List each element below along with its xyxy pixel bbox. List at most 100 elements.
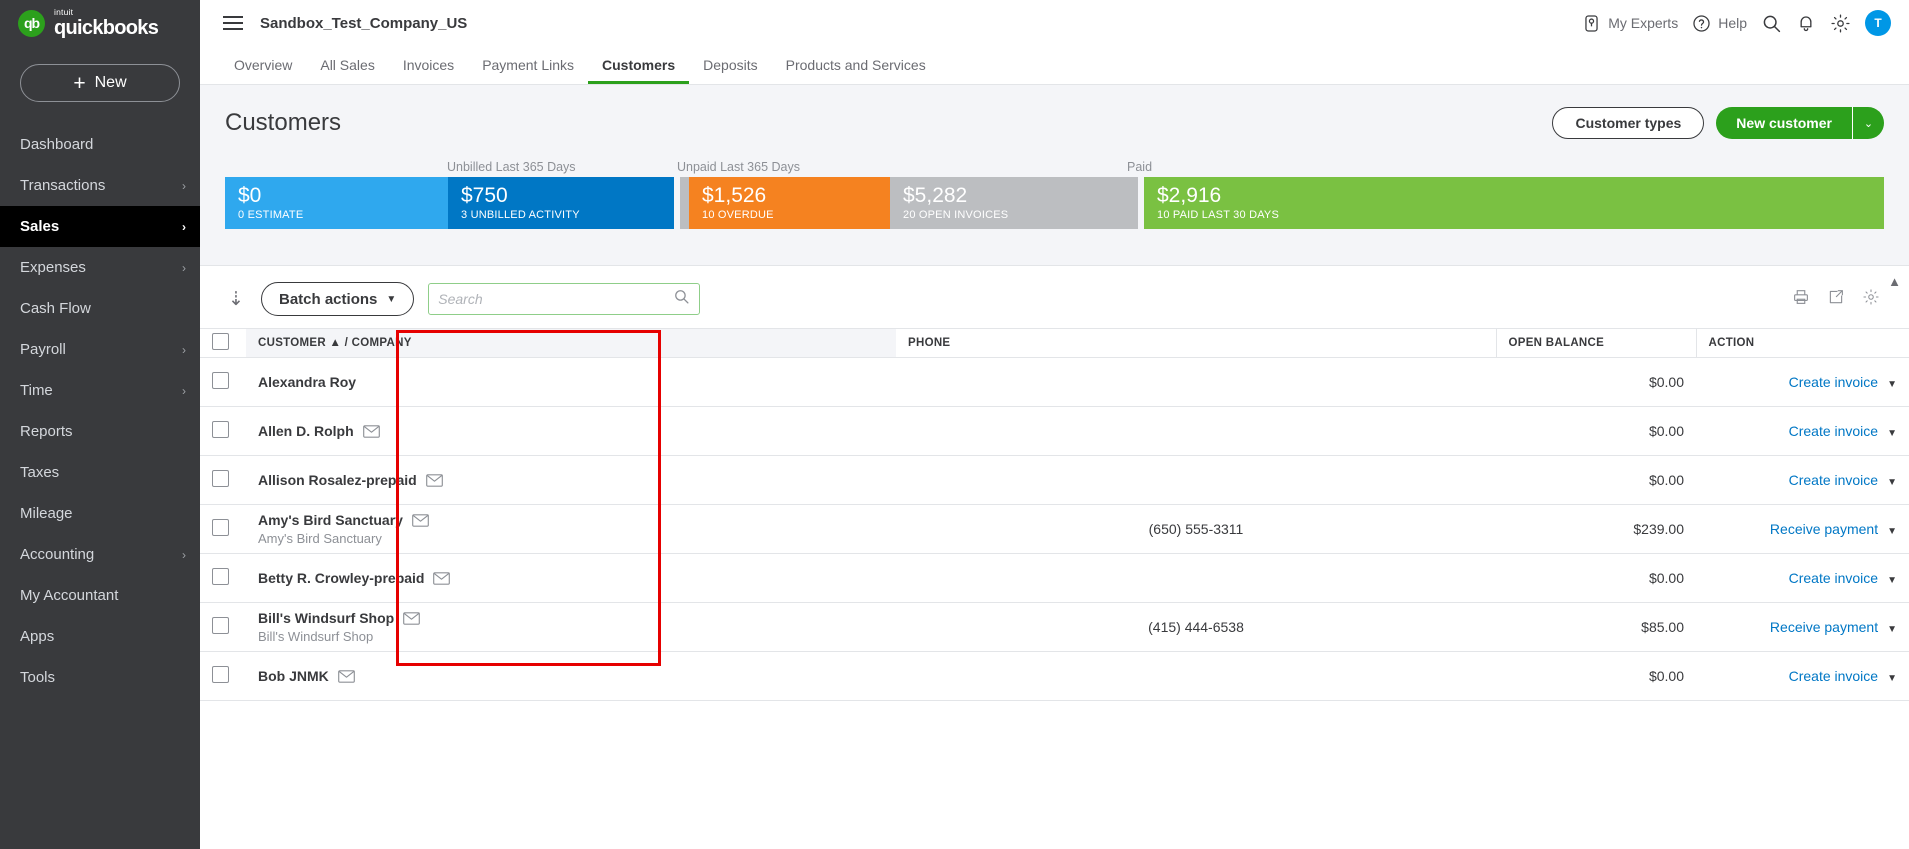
row-action-link[interactable]: Create invoice	[1789, 668, 1879, 684]
customer-name-link[interactable]: Bob JNMK	[258, 668, 329, 684]
row-action-link[interactable]: Create invoice	[1789, 570, 1879, 586]
row-action-chevron-down-icon[interactable]: ▼	[1887, 624, 1897, 635]
customer-name-link[interactable]: Alexandra Roy	[258, 374, 356, 390]
sidebar-item-apps[interactable]: Apps	[0, 616, 200, 657]
row-action-chevron-down-icon[interactable]: ▼	[1887, 673, 1897, 684]
sidebar-item-label: Apps	[20, 628, 55, 645]
row-action-link[interactable]: Create invoice	[1789, 472, 1879, 488]
row-action-chevron-down-icon[interactable]: ▼	[1887, 526, 1897, 537]
customer-name-link[interactable]: Allison Rosalez-prepaid	[258, 472, 417, 488]
search-icon[interactable]	[673, 288, 690, 310]
row-action-chevron-down-icon[interactable]: ▼	[1887, 428, 1897, 439]
select-all-checkbox[interactable]	[212, 333, 229, 350]
chevron-down-icon[interactable]: ⌄	[1852, 107, 1884, 139]
sidebar-item-tools[interactable]: Tools	[0, 657, 200, 698]
notifications-button[interactable]	[1796, 13, 1816, 33]
money-bar-tile[interactable]: $1,526 10 OVERDUE	[689, 177, 890, 229]
new-customer-button[interactable]: New customer	[1716, 107, 1852, 139]
sidebar-item-label: Payroll	[20, 341, 66, 358]
envelope-icon[interactable]	[403, 611, 421, 625]
tab-overview[interactable]: Overview	[220, 58, 306, 84]
column-header-open-balance[interactable]: OPEN BALANCE	[1495, 328, 1696, 358]
sidebar-item-my-accountant[interactable]: My Accountant	[0, 575, 200, 616]
sort-toggle-icon[interactable]: ⇣	[225, 288, 247, 311]
money-bar-tile[interactable]: $5,282 20 OPEN INVOICES	[890, 177, 1138, 229]
brand-logo[interactable]: qb intuit quickbooks	[0, 0, 200, 46]
table-row[interactable]: Bill's Windsurf Shop Bill's Windsurf Shop…	[200, 602, 1909, 652]
row-action-chevron-down-icon[interactable]: ▼	[1887, 379, 1897, 390]
table-row[interactable]: Alexandra Roy $0.00 Create invoice ▼	[200, 357, 1909, 407]
sidebar-item-mileage[interactable]: Mileage	[0, 493, 200, 534]
customer-name-link[interactable]: Bill's Windsurf Shop	[258, 610, 394, 626]
table-row[interactable]: Betty R. Crowley-prepaid $0.00 Create invo…	[200, 553, 1909, 603]
row-action-link[interactable]: Create invoice	[1789, 374, 1879, 390]
sidebar-item-payroll[interactable]: Payroll ›	[0, 329, 200, 370]
sidebar-item-cash-flow[interactable]: Cash Flow	[0, 288, 200, 329]
search-input[interactable]	[438, 291, 674, 307]
collapse-panel-icon[interactable]: ▲	[1888, 274, 1901, 289]
column-header-phone[interactable]: PHONE	[896, 328, 1496, 358]
table-row[interactable]: Allison Rosalez-prepaid $0.00 Create invoi…	[200, 455, 1909, 505]
envelope-icon[interactable]	[362, 424, 380, 438]
open-balance-cell: $0.00	[1496, 455, 1696, 505]
customer-name-link[interactable]: Betty R. Crowley-prepaid	[258, 570, 424, 586]
row-checkbox[interactable]	[212, 470, 229, 487]
money-bar-tile[interactable]: $750 3 UNBILLED ACTIVITY	[448, 177, 674, 229]
sidebar-item-taxes[interactable]: Taxes	[0, 452, 200, 493]
row-action-chevron-down-icon[interactable]: ▼	[1887, 477, 1897, 488]
new-button[interactable]: + New	[20, 64, 180, 102]
row-checkbox[interactable]	[212, 421, 229, 438]
envelope-icon[interactable]	[412, 513, 429, 527]
tab-products-and-services[interactable]: Products and Services	[772, 58, 940, 84]
envelope-icon[interactable]	[337, 669, 355, 683]
sidebar-item-accounting[interactable]: Accounting ›	[0, 534, 200, 575]
action-cell: Create invoice ▼	[1696, 553, 1909, 603]
search-button[interactable]	[1761, 13, 1782, 34]
hamburger-menu-icon[interactable]	[220, 13, 246, 33]
sales-tabs: Overview All Sales Invoices Payment Links Cu…	[200, 46, 1909, 84]
money-bar-tile[interactable]: $2,916 10 PAID LAST 30 DAYS	[1144, 177, 1884, 229]
batch-actions-button[interactable]: Batch actions ▼	[261, 282, 415, 316]
tab-invoices[interactable]: Invoices	[389, 58, 468, 84]
search-field[interactable]	[428, 283, 701, 315]
table-row[interactable]: Allen D. Rolph $0.00 Create invoice ▼	[200, 406, 1909, 456]
row-action-chevron-down-icon[interactable]: ▼	[1887, 575, 1897, 586]
tab-deposits[interactable]: Deposits	[689, 58, 771, 84]
sidebar-item-time[interactable]: Time ›	[0, 370, 200, 411]
my-experts-button[interactable]: My Experts	[1582, 14, 1678, 33]
avatar[interactable]: T	[1865, 10, 1891, 36]
table-settings-gear-icon[interactable]	[1862, 288, 1880, 311]
table-row[interactable]: Bob JNMK $0.00 Create invoice ▼	[200, 651, 1909, 701]
table-row[interactable]: Amy's Bird Sanctuary Amy's Bird Sanctuary…	[200, 504, 1909, 554]
row-checkbox[interactable]	[212, 568, 229, 585]
settings-button[interactable]	[1830, 13, 1851, 34]
sidebar-item-reports[interactable]: Reports	[0, 411, 200, 452]
row-select-cell	[200, 651, 246, 701]
sidebar-item-dashboard[interactable]: Dashboard	[0, 124, 200, 165]
sidebar-item-expenses[interactable]: Expenses ›	[0, 247, 200, 288]
row-action-link[interactable]: Receive payment	[1770, 521, 1878, 537]
sidebar-item-sales[interactable]: Sales ›	[0, 206, 200, 247]
row-checkbox[interactable]	[212, 666, 229, 683]
row-checkbox[interactable]	[212, 617, 229, 634]
tab-payment-links[interactable]: Payment Links	[468, 58, 588, 84]
print-icon[interactable]	[1792, 288, 1810, 311]
sidebar-item-transactions[interactable]: Transactions ›	[0, 165, 200, 206]
row-checkbox[interactable]	[212, 519, 229, 536]
tab-customers[interactable]: Customers	[588, 58, 690, 84]
customer-name-link[interactable]: Amy's Bird Sanctuary	[258, 512, 403, 528]
envelope-icon[interactable]	[425, 473, 443, 487]
qb-mark-text: qb	[23, 15, 40, 31]
row-checkbox[interactable]	[212, 372, 229, 389]
row-action-link[interactable]: Create invoice	[1789, 423, 1879, 439]
help-button[interactable]: Help	[1692, 14, 1747, 33]
row-action-link[interactable]: Receive payment	[1770, 619, 1878, 635]
envelope-icon[interactable]	[433, 571, 451, 585]
column-header-customer[interactable]: CUSTOMER ▲ / COMPANY	[246, 328, 896, 358]
tab-all-sales[interactable]: All Sales	[306, 58, 388, 84]
money-bar-tile[interactable]: $0 0 ESTIMATE	[225, 177, 448, 229]
export-icon[interactable]	[1827, 288, 1845, 311]
customer-types-button[interactable]: Customer types	[1552, 107, 1705, 139]
open-balance-cell: $239.00	[1496, 504, 1696, 554]
customer-name-link[interactable]: Allen D. Rolph	[258, 423, 354, 439]
